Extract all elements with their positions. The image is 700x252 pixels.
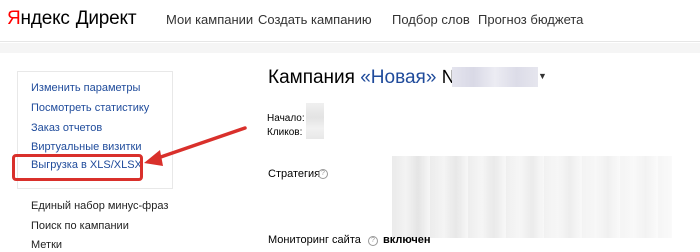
title-prefix: Кампания: [268, 67, 361, 88]
help-icon[interactable]: ?: [368, 236, 378, 246]
strategy-label: Стратегия: [268, 168, 321, 180]
sidebar-item-edit-params[interactable]: Изменить параметры: [31, 81, 140, 95]
nav-my-campaigns[interactable]: Мои кампании: [166, 12, 253, 28]
nav-create-campaign[interactable]: Создать кампанию: [258, 12, 372, 28]
yandex-direct-logo[interactable]: Яндекс Директ: [7, 7, 137, 31]
sidebar-item-negative-phrases[interactable]: Единый набор минус-фраз: [31, 199, 168, 213]
export-highlight-box: [12, 154, 143, 181]
campaign-number-redacted: [452, 67, 538, 87]
logo-ndex: ндекс: [20, 8, 70, 29]
help-icon[interactable]: ?: [318, 169, 328, 179]
sidebar-item-search-campaign[interactable]: Поиск по кампании: [31, 219, 129, 233]
sidebar-item-virtual-cards[interactable]: Виртуальные визитки: [31, 140, 142, 154]
campaign-name: «Новая»: [360, 67, 437, 88]
start-clicks-redacted: [306, 103, 324, 139]
top-header: Яндекс Директ Мои кампании Создать кампан…: [0, 0, 700, 42]
sidebar-item-view-stats[interactable]: Посмотреть статистику: [31, 101, 149, 115]
nav-budget-forecast[interactable]: Прогноз бюджета: [478, 12, 583, 28]
logo-product: Директ: [75, 8, 137, 29]
chevron-down-icon[interactable]: ▼: [538, 71, 547, 81]
page-title: Кампания «Новая» №: [268, 66, 462, 90]
sidebar-item-tags[interactable]: Метки: [31, 238, 62, 252]
clicks-label: Кликов:: [267, 127, 303, 138]
strategy-redacted: [392, 156, 672, 238]
header-band: [0, 43, 700, 53]
sidebar-item-order-reports[interactable]: Заказ отчетов: [31, 121, 102, 135]
monitoring-label: Мониторинг сайта: [268, 234, 361, 246]
nav-word-selection[interactable]: Подбор слов: [392, 12, 470, 28]
start-label: Начало:: [267, 113, 305, 124]
logo-ya-letter: Я: [7, 8, 21, 29]
monitoring-value: включен: [383, 234, 431, 246]
